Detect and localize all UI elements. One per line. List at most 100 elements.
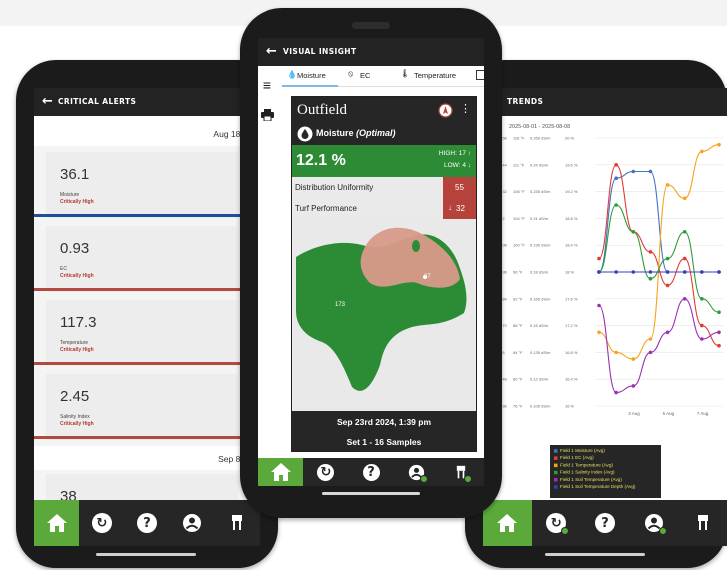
axis-tick-label: 111 °F (513, 162, 525, 167)
data-point[interactable] (631, 270, 636, 274)
data-point[interactable] (717, 310, 721, 314)
left-phone: ← CRITICAL ALERTS Aug 18, 2024 36.1 Mois… (16, 60, 278, 568)
metric-label: Moisture (316, 128, 354, 138)
data-point[interactable] (614, 270, 618, 274)
nav-sensor[interactable] (439, 458, 484, 486)
header-bar: TRENDS (483, 88, 727, 116)
data-point[interactable] (665, 270, 670, 274)
alert-card-temperature[interactable] (46, 300, 238, 366)
data-point[interactable] (631, 169, 636, 174)
data-point[interactable] (631, 384, 636, 388)
data-point[interactable] (665, 330, 670, 335)
nav-sync[interactable]: ↻ (532, 500, 581, 546)
menu-button[interactable]: ≡ (258, 77, 276, 93)
nav-home[interactable] (34, 500, 80, 546)
data-point[interactable] (648, 270, 653, 274)
data-point[interactable] (717, 330, 721, 335)
data-point[interactable] (614, 203, 618, 207)
tab-moisture[interactable]: 💧 Moisture (282, 66, 338, 87)
x-tick-label: 5 Aug (663, 411, 675, 416)
user-icon (183, 514, 202, 532)
data-point[interactable] (614, 350, 618, 355)
nav-help[interactable]: ? (581, 500, 630, 546)
data-point[interactable] (682, 230, 687, 234)
data-point[interactable] (700, 337, 704, 341)
data-point[interactable] (648, 250, 653, 254)
print-button[interactable] (258, 108, 276, 122)
alert-status: Critically High (60, 347, 94, 353)
nav-profile[interactable] (170, 500, 215, 546)
timestamp: Sep 23rd 2024, 1:39 pm (336, 417, 432, 427)
tab-ec[interactable]: ⦸ EC (344, 66, 394, 85)
axis-tick-label: 0.15 dS/m (530, 323, 549, 328)
high-label: HIGH: 17 ↑ (438, 150, 471, 157)
data-point[interactable] (614, 176, 618, 180)
data-point[interactable] (648, 276, 653, 281)
data-point[interactable] (717, 142, 721, 147)
data-point[interactable] (648, 350, 653, 355)
alert-value: 36.1 (60, 166, 90, 183)
axis-tick-label: 16 % (565, 404, 575, 409)
data-point[interactable] (700, 297, 704, 301)
nav-profile[interactable] (394, 458, 439, 486)
more-tabs-icon[interactable] (476, 70, 484, 80)
low-value: LOW: 4 (444, 162, 466, 169)
nav-help[interactable]: ? (348, 458, 393, 486)
data-point[interactable] (665, 183, 670, 187)
nav-profile[interactable] (629, 500, 678, 546)
stat-label: Turf Performance (295, 204, 357, 213)
nav-home[interactable] (258, 458, 304, 486)
data-point[interactable] (717, 343, 721, 348)
nav-sensor[interactable] (678, 500, 727, 546)
back-arrow-icon[interactable]: ← (266, 44, 277, 59)
axis-tick-label: 88 °F (513, 323, 523, 328)
data-point[interactable] (700, 270, 704, 274)
data-point[interactable] (682, 196, 687, 201)
data-point[interactable] (648, 337, 653, 341)
data-point[interactable] (682, 256, 687, 261)
alert-card-ec[interactable] (46, 226, 238, 292)
alert-card-moisture[interactable] (46, 152, 238, 218)
tab-temperature[interactable]: 🌡 Temperature (394, 66, 474, 85)
data-point[interactable] (631, 357, 636, 361)
alert-card-salinity[interactable] (46, 374, 238, 440)
data-point[interactable] (597, 303, 601, 308)
data-point[interactable] (597, 270, 601, 274)
data-point[interactable] (597, 256, 601, 261)
sensor-icon (697, 515, 708, 530)
data-point[interactable] (700, 149, 704, 154)
back-arrow-icon[interactable]: ← (42, 94, 53, 109)
home-icon (497, 514, 518, 532)
data-point[interactable] (682, 270, 687, 274)
legend-label: Field 1 Soil Temperature (Avg) (560, 477, 622, 482)
data-point[interactable] (700, 323, 704, 328)
data-point[interactable] (597, 330, 601, 335)
high-value: HIGH: 17 (438, 150, 466, 157)
more-menu-icon[interactable]: ⋮ (460, 102, 471, 115)
trend-chart[interactable]: 2025-08-01 - 2025-08-08 10 cm1.56116 °F0… (483, 116, 727, 500)
nav-help[interactable]: ? (124, 500, 169, 546)
legend-label: Field 1 EC (Avg) (560, 455, 594, 460)
stat-value: 32 (456, 204, 465, 213)
alert-label: Moisture (60, 192, 80, 198)
data-point[interactable] (614, 163, 618, 167)
nav-home[interactable] (483, 500, 532, 546)
field-map[interactable]: 37 173 (292, 227, 476, 407)
legend-swatch (554, 449, 558, 453)
x-tick-label: 7 Aug (697, 411, 709, 416)
data-point[interactable] (665, 283, 670, 288)
samples-label: Set 1 - 16 Samples (346, 437, 422, 447)
data-point[interactable] (614, 390, 618, 395)
axis-tick-label: 80 °F (513, 377, 523, 382)
data-point[interactable] (648, 169, 653, 174)
center-phone-screen: ← VISUAL INSIGHT ≡ 💧 Moisture ⦸ EC 🌡 Tem… (258, 38, 484, 486)
data-point[interactable] (682, 297, 687, 301)
alert-value: 0.93 (60, 240, 90, 257)
alerts-list[interactable]: Aug 18, 2024 36.1 Moisture Critically Hi… (34, 116, 260, 505)
data-point[interactable] (631, 230, 636, 234)
nav-sync[interactable]: ↻ (303, 458, 348, 486)
data-point[interactable] (665, 256, 670, 261)
tab-label: Moisture (297, 71, 326, 80)
nav-sync[interactable]: ↻ (79, 500, 124, 546)
data-point[interactable] (717, 270, 721, 274)
